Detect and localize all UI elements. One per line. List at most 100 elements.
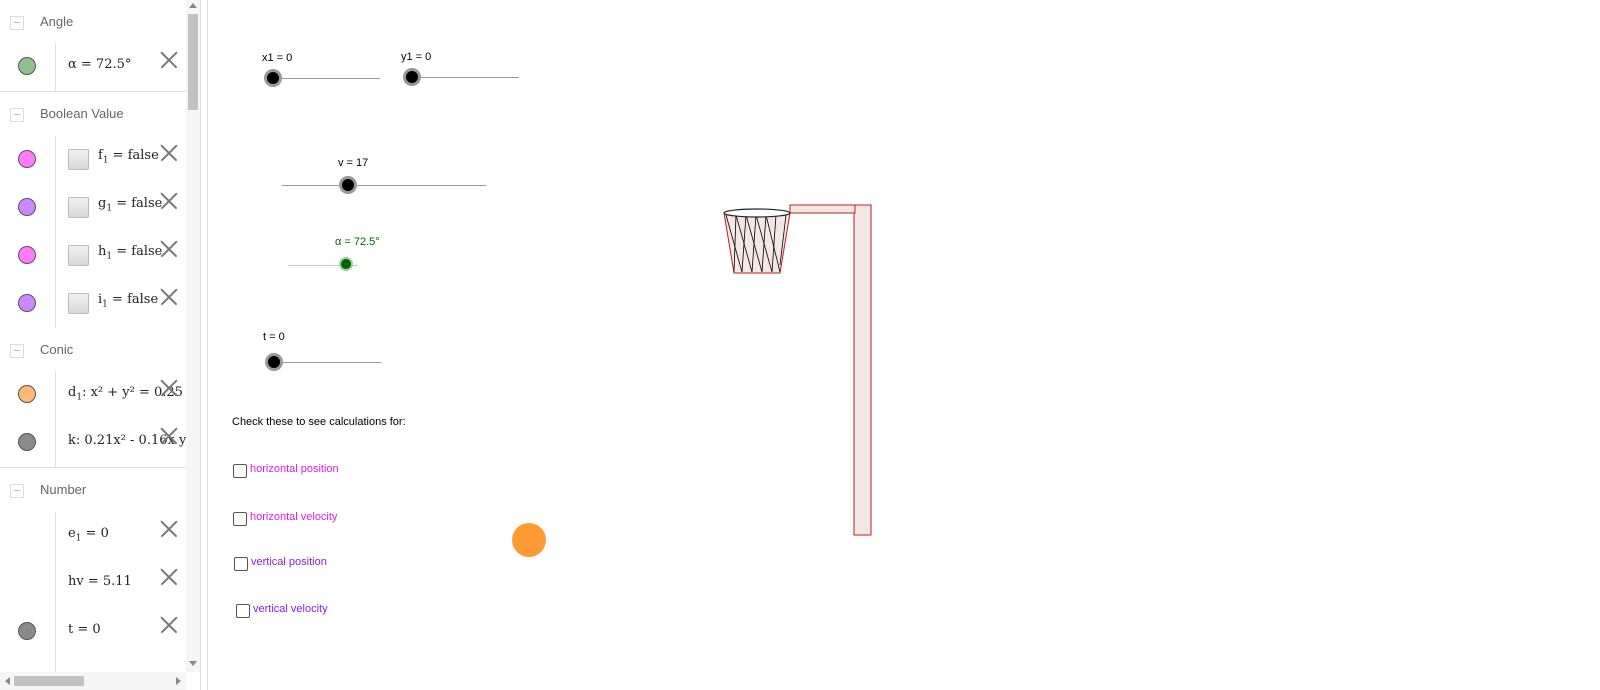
slider-y1-label: y1 = 0 (401, 51, 432, 63)
algebra-item-g1[interactable]: g1 = false (0, 184, 186, 233)
checkbox-label[interactable]: horizontal position (250, 463, 339, 475)
var-value: = false (112, 244, 163, 259)
boolean-checkbox[interactable] (68, 245, 89, 266)
marble-cell (0, 419, 56, 467)
slider-y1-knob[interactable] (403, 68, 421, 86)
slider-x1-knob[interactable] (264, 69, 282, 87)
slider-alpha-knob[interactable] (339, 257, 353, 271)
checkbox-horizontal-position[interactable] (233, 464, 247, 478)
slider-v-label: v = 17 (338, 157, 369, 169)
item-definition[interactable]: i1 = false (98, 292, 158, 310)
algebra-item-d1[interactable]: d1: x² + y² = 0.25 (0, 371, 186, 420)
delete-icon[interactable] (160, 51, 178, 69)
delete-icon[interactable] (160, 427, 178, 445)
delete-icon[interactable] (160, 379, 178, 397)
algebra-item-f1[interactable]: f1 = false (0, 136, 186, 185)
checkbox-label[interactable]: vertical velocity (253, 603, 328, 615)
scrollbar-thumb[interactable] (14, 676, 84, 686)
marble-cell (0, 512, 56, 560)
delete-icon[interactable] (160, 568, 178, 586)
category-boolean[interactable]: Boolean Value (0, 92, 186, 139)
boolean-checkbox[interactable] (68, 293, 89, 314)
slider-t-track[interactable] (275, 362, 381, 363)
scrollbar-thumb[interactable] (188, 14, 198, 110)
slider-x1-label: x1 = 0 (262, 52, 293, 64)
view-splitter[interactable] (200, 0, 208, 690)
category-label: Number (40, 482, 87, 497)
item-definition[interactable]: h1 = false (98, 244, 162, 262)
item-definition[interactable]: f1 = false (98, 148, 159, 166)
slider-v-track[interactable] (282, 185, 486, 186)
item-definition[interactable]: α = 72.5° (68, 57, 131, 72)
marble-cell (0, 608, 56, 656)
scroll-right-arrow-icon[interactable] (176, 677, 181, 685)
slider-y1-track[interactable] (413, 77, 519, 78)
delete-icon[interactable] (160, 288, 178, 306)
algebra-item-e1[interactable]: e1 = 0 (0, 512, 186, 561)
horizontal-scrollbar[interactable] (0, 672, 186, 690)
category-angle[interactable]: Angle (0, 0, 186, 47)
collapse-toggle-icon[interactable] (10, 108, 24, 122)
algebra-item-hv[interactable]: hv = 5.11 (0, 560, 186, 609)
algebra-list: Angle α = 72.5° Boolean Value f1 = false… (0, 0, 186, 672)
algebra-item-partial[interactable] (0, 656, 186, 672)
hoop-pole (853, 204, 872, 536)
visibility-marble-icon[interactable] (18, 246, 36, 264)
delete-icon[interactable] (160, 616, 178, 634)
delete-icon[interactable] (160, 520, 178, 538)
checkbox-horizontal-velocity[interactable] (233, 512, 247, 526)
var-value: = 0 (81, 526, 109, 541)
boolean-checkbox[interactable] (68, 149, 89, 170)
basketball[interactable] (512, 523, 546, 557)
slider-alpha-label: α = 72.5° (335, 236, 380, 248)
category-label: Boolean Value (40, 106, 124, 121)
vertical-scrollbar[interactable] (186, 0, 200, 672)
collapse-toggle-icon[interactable] (10, 344, 24, 358)
delete-icon[interactable] (160, 240, 178, 258)
var-value: = false (107, 292, 159, 307)
algebra-item-alpha[interactable]: α = 72.5° (0, 43, 186, 92)
checkbox-label[interactable]: vertical position (251, 556, 327, 568)
collapse-toggle-icon[interactable] (10, 484, 24, 498)
item-definition[interactable]: hv = 5.11 (68, 574, 132, 589)
scroll-down-arrow-icon[interactable] (189, 661, 197, 666)
visibility-marble-icon[interactable] (18, 385, 36, 403)
collapse-toggle-icon[interactable] (10, 16, 24, 30)
boolean-checkbox[interactable] (68, 197, 89, 218)
scroll-up-arrow-icon[interactable] (189, 3, 197, 8)
item-definition[interactable]: e1 = 0 (68, 526, 109, 544)
item-definition[interactable]: g1 = false (98, 196, 162, 214)
visibility-marble-icon[interactable] (18, 294, 36, 312)
marble-cell (0, 232, 56, 280)
category-number[interactable]: Number (0, 468, 186, 515)
checkbox-vertical-position[interactable] (234, 557, 248, 571)
basketball-hoop (723, 204, 872, 536)
visibility-marble-icon[interactable] (18, 57, 36, 75)
visibility-marble-icon[interactable] (18, 150, 36, 168)
slider-t-knob[interactable] (265, 353, 283, 371)
visibility-marble-icon[interactable] (18, 433, 36, 451)
checkbox-vertical-velocity[interactable] (236, 604, 250, 618)
marble-cell (0, 184, 56, 232)
checkbox-label[interactable]: horizontal velocity (250, 511, 337, 523)
algebra-item-k[interactable]: k: 0.21x² - 0.16x y - (0, 419, 186, 468)
item-definition[interactable]: t = 0 (68, 622, 101, 637)
slider-x1-track[interactable] (274, 78, 380, 79)
algebra-item-h1[interactable]: h1 = false (0, 232, 186, 281)
delete-icon[interactable] (160, 192, 178, 210)
scroll-left-arrow-icon[interactable] (5, 677, 10, 685)
hoop-rim (723, 208, 791, 218)
category-conic[interactable]: Conic (0, 328, 186, 375)
category-label: Conic (40, 342, 74, 357)
category-label: Angle (40, 14, 74, 29)
visibility-marble-icon[interactable] (18, 198, 36, 216)
slider-v-knob[interactable] (339, 176, 357, 194)
marble-cell (0, 43, 56, 91)
visibility-marble-icon[interactable] (18, 622, 36, 640)
graphics-view[interactable]: x1 = 0 y1 = 0 v = 17 α = 72.5° t = 0 Che… (208, 0, 1600, 690)
delete-icon[interactable] (160, 144, 178, 162)
marble-cell (0, 371, 56, 419)
marble-cell (0, 280, 56, 328)
algebra-item-i1[interactable]: i1 = false (0, 280, 186, 329)
algebra-item-t[interactable]: t = 0 (0, 608, 186, 657)
